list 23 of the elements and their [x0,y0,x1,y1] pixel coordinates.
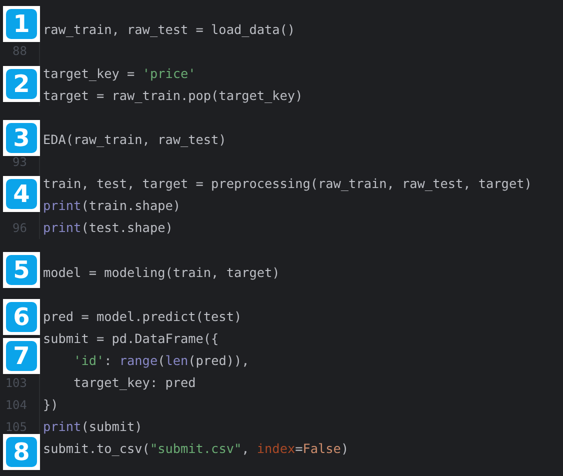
code-line: print(submit) [43,419,142,434]
code-line: 'id': range(len(pred)), [72,353,250,368]
code-line: submit = pd.DataFrame({ [43,330,219,346]
code-line: submit.to_csv("submit.csv", index=False) [43,441,349,456]
step-number-badge: 5 [6,255,37,285]
step-number-badge: 7 [6,341,37,371]
step-number-badge: 6 [6,302,37,332]
step-number-badge: 2 [6,69,37,99]
step-number-badge: 1 [6,9,37,39]
step-number-badge: 4 [6,179,37,209]
code-line: pred = model.predict(test) [43,308,242,324]
code-line: target_key: pred [72,375,196,390]
code-line: raw_train, raw_test = load_data() [43,22,296,37]
code-line: }) [43,397,58,412]
code-line: target_key = 'price' [43,66,196,81]
code-line: print(train.shape) [43,198,181,214]
step-number-badge: 3 [6,123,37,153]
code-line: train, test, target = preprocessing(raw_train, raw_test, target) [43,176,532,192]
step-number-badge: 8 [6,437,37,467]
code-line: print(test.shape) [43,220,173,236]
code-line: EDA(raw_train, raw_test) [43,132,226,148]
code-line: model = modeling(train, target) [43,264,280,280]
code-line: target = raw_train.pop(target_key) [43,88,303,103]
